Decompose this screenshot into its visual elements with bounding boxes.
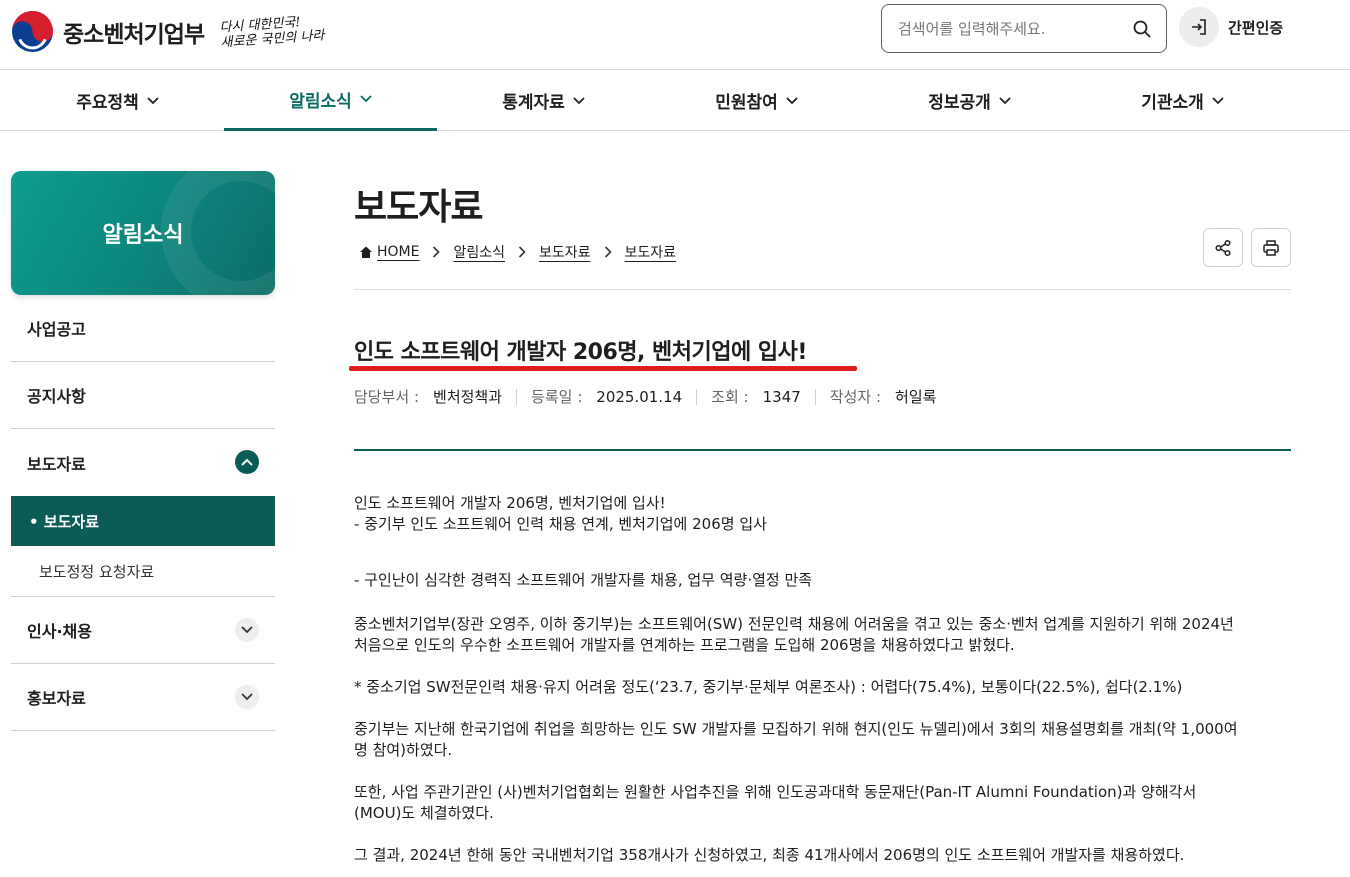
chevron-down-icon xyxy=(1212,96,1224,104)
sidebar-subitem-press-active[interactable]: • 보도자료 xyxy=(11,496,275,546)
breadcrumb-press[interactable]: 보도자료 xyxy=(539,242,591,262)
nav-label: 기관소개 xyxy=(1141,93,1204,113)
share-button[interactable] xyxy=(1203,228,1243,267)
share-icon xyxy=(1215,239,1231,256)
article-paragraph: 중소벤처기업부(장관 오영주, 이하 중기부)는 소프트웨어(SW) 전문인력 … xyxy=(354,615,1234,654)
site-logo[interactable]: 중소벤처기업부 다시 대한민국! 새로운 국민의 나라 xyxy=(11,10,325,53)
chevron-down-icon xyxy=(241,626,253,634)
article-paragraph: - 구인난이 심각한 경력직 소프트웨어 개발자를 채용, 업무 역량·열정 만… xyxy=(354,571,813,589)
sidebar-item-business-notice[interactable]: 사업공고 xyxy=(11,295,275,362)
logo-text: 중소벤처기업부 xyxy=(63,21,205,48)
nav-item-disclosure[interactable]: 정보공개 xyxy=(863,70,1076,131)
nav-item-policy[interactable]: 주요정책 xyxy=(11,70,224,131)
article-divider xyxy=(354,449,1291,451)
meta-date-label: 등록일 : xyxy=(531,388,583,406)
meta-author-label: 작성자 : xyxy=(829,388,882,406)
sidebar-item-label: 공지사항 xyxy=(27,387,86,406)
divider xyxy=(354,289,1291,290)
article-paragraph: 인도 소프트웨어 개발자 206명, 벤처기업에 입사! - 중기부 인도 소프… xyxy=(354,494,767,533)
article-paragraph: 또한, 사업 주관기관인 (사)벤처기업협회는 원활한 사업추진을 위해 인도공… xyxy=(354,783,1197,822)
sidebar-subitem-label: 보도정정 요청자료 xyxy=(39,562,155,581)
search-icon[interactable] xyxy=(1132,19,1152,39)
meta-dept-label: 담당부서 : xyxy=(354,388,420,406)
sidebar-item-label: 사업공고 xyxy=(27,320,86,339)
sidebar-banner: 알림소식 xyxy=(11,171,275,295)
print-button[interactable] xyxy=(1251,228,1291,267)
login-label: 간편인증 xyxy=(1228,18,1284,37)
login-button[interactable]: 간편인증 xyxy=(1179,7,1283,47)
sidebar-item-label: 보도자료 xyxy=(27,454,86,474)
meta-separator xyxy=(696,388,698,405)
sidebar-item-promotion[interactable]: 홍보자료 xyxy=(11,664,275,731)
nav-item-about[interactable]: 기관소개 xyxy=(1076,70,1289,131)
sidebar-subitem-label: • 보도자료 xyxy=(29,512,100,531)
expand-toggle[interactable] xyxy=(235,685,259,709)
site-header: 중소벤처기업부 다시 대한민국! 새로운 국민의 나라 간편인증 xyxy=(0,0,1350,70)
nav-label: 통계자료 xyxy=(502,93,565,113)
title-highlight-underline xyxy=(349,366,857,371)
nav-label: 민원참여 xyxy=(715,93,778,113)
home-icon xyxy=(360,246,372,258)
article-paragraph: 중기부는 지난해 한국기업에 취업을 희망하는 인도 SW 개발자를 모집하기 … xyxy=(354,720,1238,759)
breadcrumb-current[interactable]: 보도자료 xyxy=(625,242,677,262)
chevron-down-icon xyxy=(786,96,798,104)
search-box xyxy=(881,4,1167,53)
breadcrumb: HOME 알림소식 보도자료 보도자료 xyxy=(359,242,676,262)
chevron-down-icon xyxy=(241,693,253,701)
meta-views-label: 조회 : xyxy=(711,388,749,406)
chevron-up-icon xyxy=(241,458,253,466)
slogan: 다시 대한민국! 새로운 국민의 나라 xyxy=(219,13,325,51)
sidebar-subitem-correction[interactable]: 보도정정 요청자료 xyxy=(11,546,275,597)
nav-item-statistics[interactable]: 통계자료 xyxy=(437,70,650,131)
login-icon xyxy=(1192,19,1206,35)
sidebar-item-label: 홍보자료 xyxy=(27,689,86,708)
nav-item-civil[interactable]: 민원참여 xyxy=(650,70,863,131)
chevron-right-icon xyxy=(518,246,526,258)
article-title: 인도 소프트웨어 개발자 206명, 벤처기업에 입사! xyxy=(354,340,807,365)
meta-date: 2025.01.14 xyxy=(596,387,683,406)
sidebar-item-label: 인사·채용 xyxy=(27,622,92,641)
nav-item-news[interactable]: 알림소식 xyxy=(224,70,437,131)
chevron-down-icon xyxy=(999,96,1011,104)
chevron-down-icon xyxy=(147,96,159,104)
breadcrumb-home[interactable]: HOME xyxy=(377,244,419,260)
meta-dept: 벤처정책과 xyxy=(433,388,503,406)
expand-toggle[interactable] xyxy=(235,618,259,642)
print-icon xyxy=(1263,239,1279,256)
sidebar-item-notice[interactable]: 공지사항 xyxy=(11,362,275,429)
sidebar-item-press[interactable]: 보도자료 xyxy=(11,429,275,496)
nav-label: 알림소식 xyxy=(289,91,352,112)
meta-separator xyxy=(814,388,816,405)
main-nav: 주요정책 알림소식 통계자료 민원참여 정보공개 기관소개 xyxy=(0,70,1350,131)
sidebar-menu: 사업공고 공지사항 보도자료 • 보도자료 보도정정 요청자료 인사·채용 홍보… xyxy=(11,295,275,731)
article-paragraph: * 중소기업 SW전문인력 채용·유지 어려움 정도(‘23.7, 중기부·문체… xyxy=(354,678,1183,696)
login-icon-wrap xyxy=(1179,7,1219,47)
article-meta: 담당부서 : 벤처정책과 등록일 : 2025.01.14 조회 : 1347 … xyxy=(354,386,936,407)
nav-label: 주요정책 xyxy=(76,93,139,113)
search-input[interactable] xyxy=(898,17,1118,41)
page-title: 보도자료 xyxy=(354,187,483,228)
chevron-right-icon xyxy=(604,246,612,258)
chevron-right-icon xyxy=(433,246,441,258)
article-paragraph: 그 결과, 2024년 한해 동안 국내벤처기업 358개사가 신청하였고, 최… xyxy=(354,846,1185,864)
nav-label: 정보공개 xyxy=(928,93,991,113)
sidebar-item-recruit[interactable]: 인사·채용 xyxy=(11,597,275,664)
chevron-down-icon xyxy=(360,95,372,103)
meta-author: 허일록 xyxy=(895,388,937,406)
taegeuk-logo-icon xyxy=(11,10,54,53)
meta-separator xyxy=(516,388,518,405)
collapse-toggle[interactable] xyxy=(235,450,259,474)
breadcrumb-news[interactable]: 알림소식 xyxy=(453,242,505,262)
sidebar-title: 알림소식 xyxy=(102,223,184,248)
chevron-down-icon xyxy=(573,96,585,104)
meta-views: 1347 xyxy=(762,387,801,406)
